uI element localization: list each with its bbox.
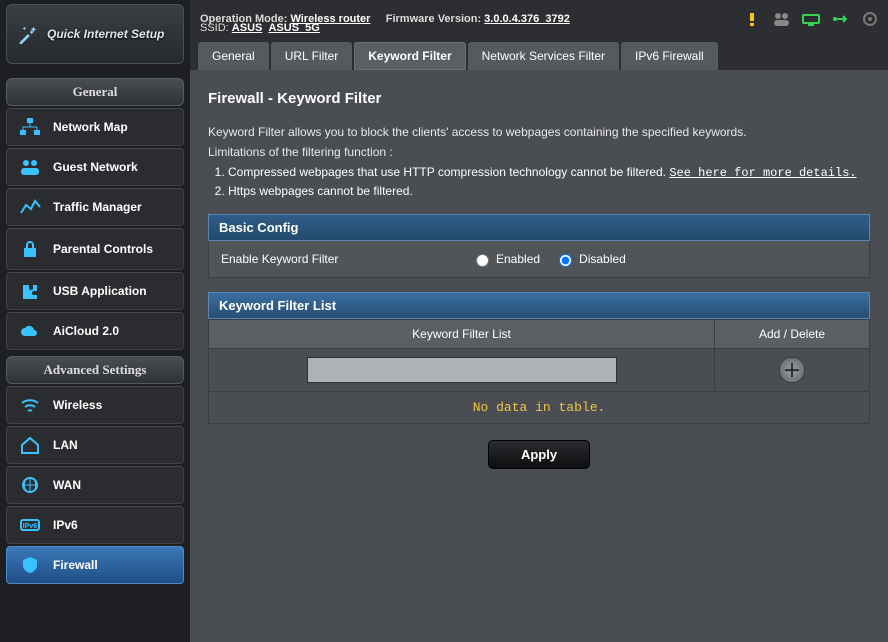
topbar: Operation Mode: Wireless router Firmware… xyxy=(190,0,888,38)
disabled-radio[interactable]: Disabled xyxy=(554,251,626,267)
col-keyword: Keyword Filter List xyxy=(209,320,715,349)
tab-bar: GeneralURL FilterKeyword FilterNetwork S… xyxy=(190,38,888,70)
page-description: Keyword Filter allows you to block the c… xyxy=(208,125,870,139)
enable-keyword-filter-label: Enable Keyword Filter xyxy=(221,252,471,266)
lock-icon xyxy=(17,237,43,261)
guests-icon xyxy=(17,155,43,179)
qis-label: Quick Internet Setup xyxy=(47,27,164,41)
apply-button[interactable]: Apply xyxy=(488,440,590,469)
limitation-2: Https webpages cannot be filtered. xyxy=(228,184,870,198)
sidebar-item-label: LAN xyxy=(53,438,78,452)
sidebar-item-aicloud-2-0[interactable]: AiCloud 2.0 xyxy=(6,312,184,350)
sidebar-item-usb-application[interactable]: USB Application xyxy=(6,272,184,310)
sidebar: Quick Internet Setup General Network Map… xyxy=(0,0,190,642)
sidebar-item-label: Wireless xyxy=(53,398,102,412)
sidebar-item-wireless[interactable]: Wireless xyxy=(6,386,184,424)
sidebar-item-label: Firewall xyxy=(53,558,98,572)
network-map-icon xyxy=(17,115,43,139)
sidebar-item-lan[interactable]: LAN xyxy=(6,426,184,464)
page-title: Firewall - Keyword Filter xyxy=(208,90,870,107)
limitations-intro: Limitations of the filtering function : xyxy=(208,145,870,159)
wan-status-icon[interactable] xyxy=(802,12,820,26)
main-area: Operation Mode: Wireless router Firmware… xyxy=(190,0,888,642)
wand-icon xyxy=(17,23,39,45)
fw-label: Firmware Version: xyxy=(386,13,481,25)
sidebar-item-firewall[interactable]: Firewall xyxy=(6,546,184,584)
alert-icon[interactable] xyxy=(744,11,760,27)
cloud-icon xyxy=(17,319,43,343)
wifi-icon xyxy=(17,393,43,417)
sidebar-item-label: AiCloud 2.0 xyxy=(53,324,119,338)
no-data-message: No data in table. xyxy=(208,392,870,424)
see-details-link[interactable]: See here for more details. xyxy=(669,166,856,180)
svg-text:IPv6: IPv6 xyxy=(23,523,38,530)
fw-version-link[interactable]: 3.0.0.4.376_3792 xyxy=(484,13,570,25)
quick-internet-setup-button[interactable]: Quick Internet Setup xyxy=(6,4,184,64)
ssid-label: SSID: xyxy=(200,22,229,34)
sidebar-item-traffic-manager[interactable]: Traffic Manager xyxy=(6,188,184,226)
sidebar-item-label: Guest Network xyxy=(53,160,138,174)
keyword-filter-list-header: Keyword Filter List xyxy=(208,292,870,319)
sidebar-advanced-header: Advanced Settings xyxy=(6,356,184,384)
content: Firewall - Keyword Filter Keyword Filter… xyxy=(190,70,888,642)
sidebar-item-ipv6[interactable]: IPv6 IPv6 xyxy=(6,506,184,544)
sidebar-item-label: WAN xyxy=(53,478,81,492)
basic-config-header: Basic Config xyxy=(208,214,870,241)
sidebar-item-label: Traffic Manager xyxy=(53,200,142,214)
sidebar-item-guest-network[interactable]: Guest Network xyxy=(6,148,184,186)
enable-keyword-filter-row: Enable Keyword Filter Enabled Disabled xyxy=(208,241,870,278)
ssid2-link[interactable]: ASUS_5G xyxy=(268,22,319,34)
tab-url-filter[interactable]: URL Filter xyxy=(271,42,353,70)
sidebar-item-label: USB Application xyxy=(53,284,147,298)
ssid1-link[interactable]: ASUS xyxy=(232,22,263,34)
traffic-icon xyxy=(17,195,43,219)
sidebar-item-wan[interactable]: WAN xyxy=(6,466,184,504)
settings-icon[interactable] xyxy=(862,11,878,27)
tab-general[interactable]: General xyxy=(198,42,269,70)
sidebar-general-header: General xyxy=(6,78,184,106)
globe-icon xyxy=(17,473,43,497)
sidebar-item-network-map[interactable]: Network Map xyxy=(6,108,184,146)
tab-keyword-filter[interactable]: Keyword Filter xyxy=(354,42,465,70)
home-icon xyxy=(17,433,43,457)
keyword-filter-table: Keyword Filter List Add / Delete ＋ xyxy=(208,319,870,392)
sidebar-item-label: Network Map xyxy=(53,120,128,134)
puzzle-icon xyxy=(17,279,43,303)
enabled-radio[interactable]: Enabled xyxy=(471,251,540,267)
sidebar-item-parental-controls[interactable]: Parental Controls xyxy=(6,228,184,270)
sidebar-item-label: IPv6 xyxy=(53,518,78,532)
tab-ipv6-firewall[interactable]: IPv6 Firewall xyxy=(621,42,718,70)
keyword-input[interactable] xyxy=(307,357,617,383)
ipv6-icon: IPv6 xyxy=(17,513,43,537)
limitation-1: Compressed webpages that use HTTP compre… xyxy=(228,165,870,180)
col-add-delete: Add / Delete xyxy=(715,320,870,349)
clients-icon[interactable] xyxy=(772,11,790,27)
usb-status-icon[interactable] xyxy=(832,12,850,26)
shield-icon xyxy=(17,553,43,577)
tab-network-services-filter[interactable]: Network Services Filter xyxy=(468,42,619,70)
sidebar-item-label: Parental Controls xyxy=(53,242,153,256)
add-keyword-button[interactable]: ＋ xyxy=(779,357,805,383)
